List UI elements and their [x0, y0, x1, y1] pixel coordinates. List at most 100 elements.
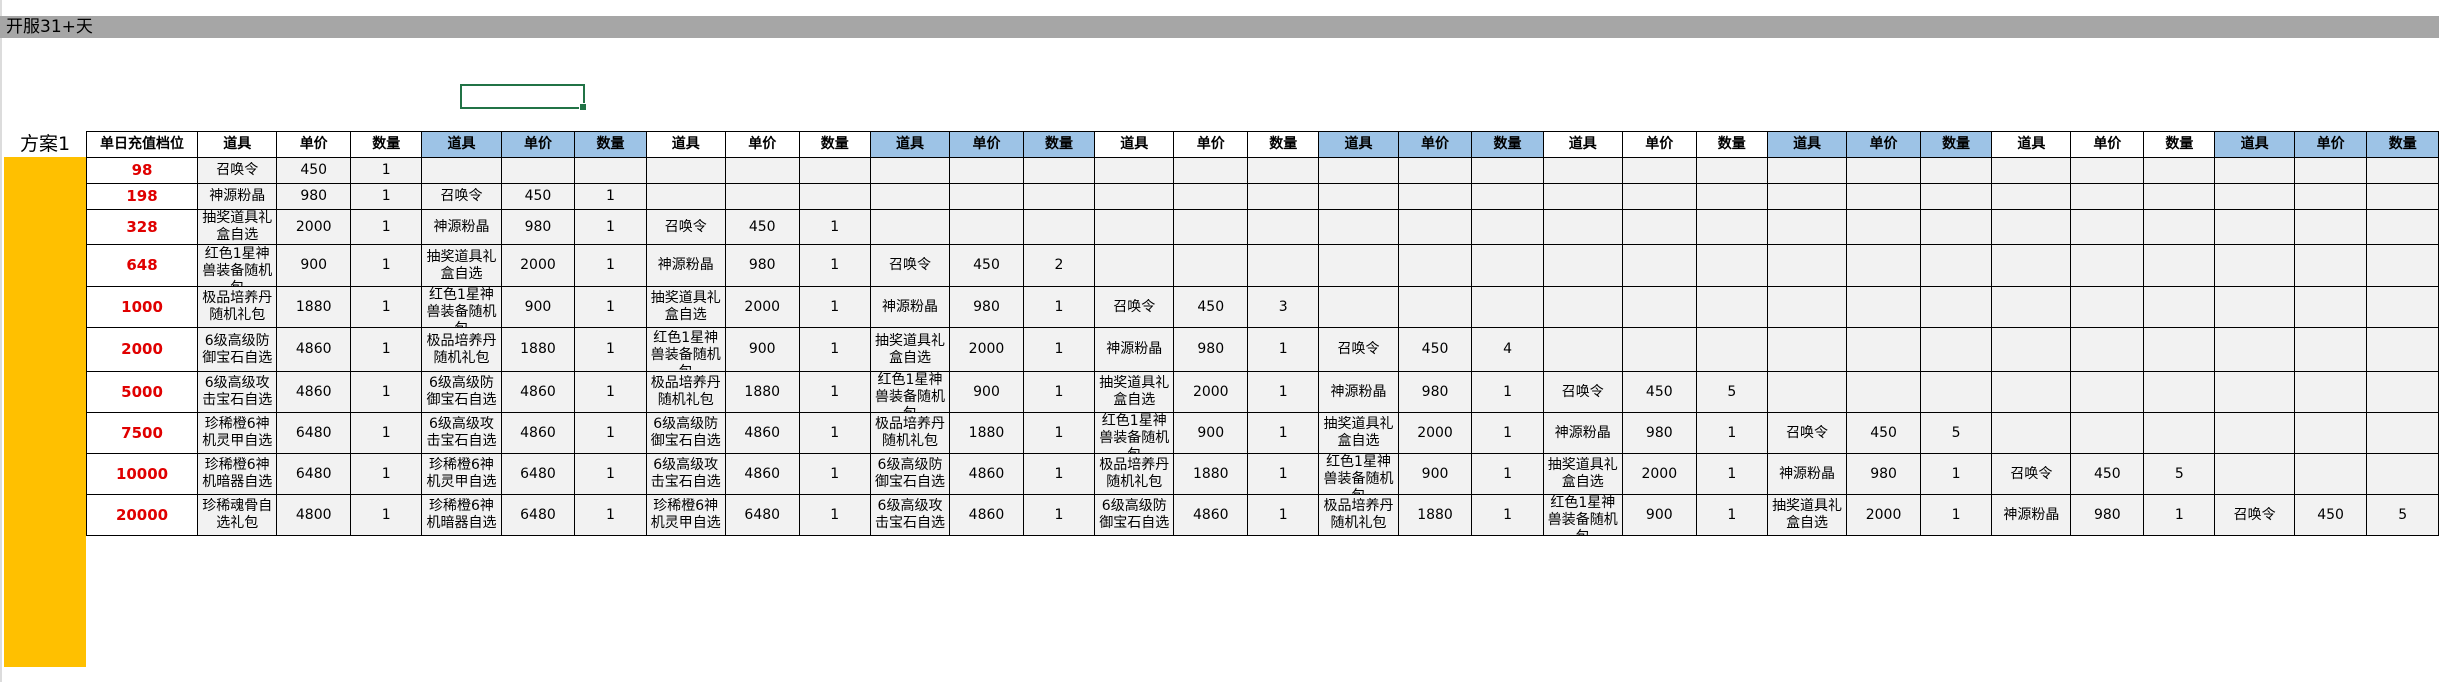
- price-cell[interactable]: 1880: [500, 327, 576, 372]
- price-cell[interactable]: [2070, 157, 2145, 184]
- quantity-cell[interactable]: [1919, 327, 1993, 372]
- price-cell[interactable]: 450: [500, 183, 576, 210]
- price-cell[interactable]: 2000: [500, 244, 576, 287]
- item-cell[interactable]: 珍稀橙6神机暗器自选: [197, 453, 278, 495]
- item-cell[interactable]: 召唤令: [645, 209, 726, 245]
- quantity-cell[interactable]: [1247, 209, 1320, 245]
- item-cell[interactable]: 召唤令: [1766, 412, 1848, 454]
- quantity-cell[interactable]: 1: [1247, 371, 1320, 413]
- quantity-cell[interactable]: 1: [798, 327, 871, 372]
- price-cell[interactable]: 450: [1397, 327, 1473, 372]
- price-cell[interactable]: 900: [949, 371, 1024, 413]
- item-cell[interactable]: [2214, 327, 2295, 372]
- item-cell[interactable]: [1542, 327, 1623, 372]
- quantity-cell[interactable]: 1: [350, 327, 423, 372]
- price-cell[interactable]: 980: [1621, 412, 1697, 454]
- item-cell[interactable]: 神源粉晶: [869, 286, 951, 328]
- item-cell[interactable]: [1542, 244, 1623, 287]
- price-cell[interactable]: [724, 157, 800, 184]
- item-cell[interactable]: 6级高级攻击宝石自选: [645, 453, 726, 495]
- price-cell[interactable]: [1846, 209, 1921, 245]
- item-cell[interactable]: 抽奖道具礼盒自选: [645, 286, 726, 328]
- quantity-cell[interactable]: 1: [1022, 371, 1096, 413]
- price-cell[interactable]: 900: [724, 327, 800, 372]
- quantity-cell[interactable]: [2366, 327, 2439, 372]
- item-cell[interactable]: 召唤令: [1542, 371, 1623, 413]
- recharge-tier-cell[interactable]: 328: [85, 209, 199, 245]
- quantity-cell[interactable]: [1695, 183, 1768, 210]
- price-cell[interactable]: 2000: [276, 209, 352, 245]
- header-quantity[interactable]: 数量: [798, 131, 871, 158]
- quantity-cell[interactable]: [1919, 244, 1993, 287]
- quantity-cell[interactable]: 1: [350, 244, 423, 287]
- quantity-cell[interactable]: [1919, 209, 1993, 245]
- quantity-cell[interactable]: 1: [1471, 412, 1544, 454]
- item-cell[interactable]: 抽奖道具礼盒自选: [869, 327, 951, 372]
- price-cell[interactable]: 980: [2070, 494, 2145, 536]
- price-cell[interactable]: [949, 183, 1024, 210]
- item-cell[interactable]: 抽奖道具礼盒自选: [421, 244, 502, 287]
- quantity-cell[interactable]: [1919, 371, 1993, 413]
- quantity-cell[interactable]: [2143, 327, 2216, 372]
- item-cell[interactable]: [1991, 244, 2072, 287]
- price-cell[interactable]: 2000: [1173, 371, 1249, 413]
- item-cell[interactable]: 珍稀橙6神机灵甲自选: [645, 494, 726, 536]
- price-cell[interactable]: [1173, 209, 1249, 245]
- header-quantity[interactable]: 数量: [1247, 131, 1320, 158]
- header-recharge-tier[interactable]: 单日充值档位: [85, 131, 199, 158]
- price-cell[interactable]: [1846, 157, 1921, 184]
- item-cell[interactable]: 极品培养丹随机礼包: [421, 327, 502, 372]
- header-item[interactable]: 道具: [1766, 131, 1848, 158]
- quantity-cell[interactable]: 5: [1919, 412, 1993, 454]
- quantity-cell[interactable]: 1: [350, 453, 423, 495]
- item-cell[interactable]: 抽奖道具礼盒自选: [1094, 371, 1175, 413]
- header-item[interactable]: 道具: [1094, 131, 1175, 158]
- item-cell[interactable]: [1318, 157, 1399, 184]
- price-cell[interactable]: 900: [500, 286, 576, 328]
- item-cell[interactable]: [1318, 183, 1399, 210]
- quantity-cell[interactable]: [2143, 157, 2216, 184]
- item-cell[interactable]: [1766, 327, 1848, 372]
- item-cell[interactable]: 极品培养丹随机礼包: [1318, 494, 1399, 536]
- price-cell[interactable]: 900: [1173, 412, 1249, 454]
- quantity-cell[interactable]: 1: [350, 183, 423, 210]
- quantity-cell[interactable]: [2366, 157, 2439, 184]
- quantity-cell[interactable]: 1: [1919, 494, 1993, 536]
- price-cell[interactable]: 4860: [276, 327, 352, 372]
- item-cell[interactable]: 红色1星神兽装备随机包: [1542, 494, 1623, 536]
- item-cell[interactable]: 神源粉晶: [1766, 453, 1848, 495]
- item-cell[interactable]: 极品培养丹随机礼包: [197, 286, 278, 328]
- header-quantity[interactable]: 数量: [2366, 131, 2439, 158]
- quantity-cell[interactable]: [1695, 244, 1768, 287]
- quantity-cell[interactable]: 1: [350, 412, 423, 454]
- quantity-cell[interactable]: 1: [350, 209, 423, 245]
- header-item[interactable]: 道具: [2214, 131, 2295, 158]
- item-cell[interactable]: [1542, 157, 1623, 184]
- price-cell[interactable]: [1621, 183, 1697, 210]
- quantity-cell[interactable]: 1: [2143, 494, 2216, 536]
- price-cell[interactable]: [949, 209, 1024, 245]
- item-cell[interactable]: 召唤令: [869, 244, 951, 287]
- quantity-cell[interactable]: 1: [574, 244, 647, 287]
- recharge-tier-cell[interactable]: 1000: [85, 286, 199, 328]
- header-price[interactable]: 单价: [1397, 131, 1473, 158]
- price-cell[interactable]: 2000: [724, 286, 800, 328]
- quantity-cell[interactable]: [2366, 371, 2439, 413]
- recharge-tier-cell[interactable]: 10000: [85, 453, 199, 495]
- price-cell[interactable]: [1173, 183, 1249, 210]
- item-cell[interactable]: 6级高级防御宝石自选: [197, 327, 278, 372]
- price-cell[interactable]: 2000: [1397, 412, 1473, 454]
- quantity-cell[interactable]: [1919, 157, 1993, 184]
- item-cell[interactable]: 珍稀橙6神机灵甲自选: [421, 453, 502, 495]
- item-cell[interactable]: 6级高级攻击宝石自选: [421, 412, 502, 454]
- quantity-cell[interactable]: [1022, 209, 1096, 245]
- quantity-cell[interactable]: [2366, 244, 2439, 287]
- quantity-cell[interactable]: 1: [574, 327, 647, 372]
- item-cell[interactable]: 抽奖道具礼盒自选: [197, 209, 278, 245]
- header-price[interactable]: 单价: [1621, 131, 1697, 158]
- price-cell[interactable]: [1846, 183, 1921, 210]
- price-cell[interactable]: 6480: [276, 412, 352, 454]
- price-cell[interactable]: [2070, 371, 2145, 413]
- item-cell[interactable]: [1094, 183, 1175, 210]
- item-cell[interactable]: 红色1星神兽装备随机包: [645, 327, 726, 372]
